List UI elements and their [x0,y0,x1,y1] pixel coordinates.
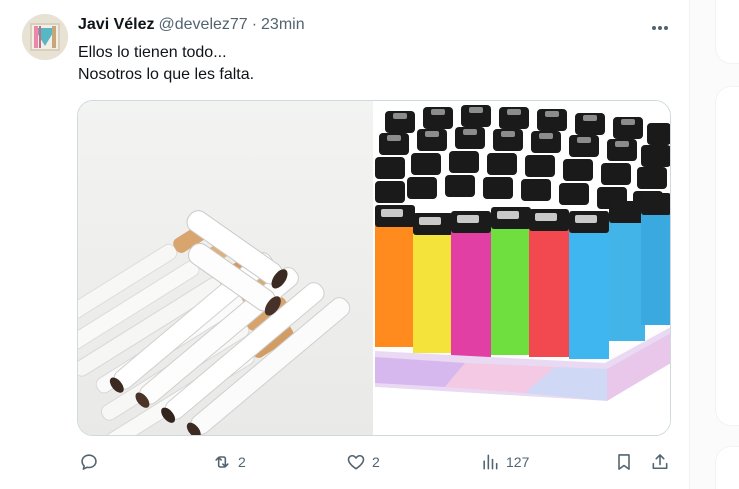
tweet-media-grid [77,100,671,436]
author-handle[interactable]: @develez77 [159,16,248,34]
lighters-image [375,101,670,435]
author-name[interactable]: Javi Vélez [78,16,155,34]
more-icon [652,26,668,30]
tweet-actions-bar: 2 2 127 [0,450,689,474]
reply-button[interactable] [79,450,105,474]
views-count: 127 [506,454,530,470]
reply-icon [81,454,97,470]
bookmark-button[interactable] [614,450,634,474]
tweet-text-line-1: Ellos lo tienen todo... [78,44,227,61]
heart-icon [347,454,365,470]
cigarettes-image [78,101,373,435]
right-sidebar [689,0,739,489]
author-avatar[interactable] [22,14,68,60]
retweet-button[interactable]: 2 [212,450,246,474]
like-button[interactable]: 2 [346,450,380,474]
views-icon [483,454,498,470]
tweet-card[interactable]: Javi Vélez @develez77 · 23min Ellos lo t… [0,0,689,489]
bookmark-icon [618,454,630,470]
tweet-header: Javi Vélez @develez77 · 23min [78,16,305,34]
retweet-count: 2 [238,454,246,470]
share-button[interactable] [650,450,670,474]
header-separator: · [251,16,258,33]
tweet-text: Ellos lo tienen todo... Nosotros lo que … [78,42,254,86]
tweet-text-line-2: Nosotros lo que les falta. [78,66,255,83]
tweet-timestamp[interactable]: 23min [261,16,305,34]
sidebar-card [715,86,739,426]
media-photo-lighters[interactable] [375,101,670,435]
views-button[interactable]: 127 [480,450,529,474]
avatar-image [22,14,68,60]
sidebar-card [715,0,739,64]
share-icon [652,454,668,470]
media-photo-cigarettes[interactable] [78,101,373,435]
sidebar-card [715,446,739,489]
more-options-button[interactable] [647,18,673,38]
like-count: 2 [372,454,380,470]
retweet-icon [215,456,229,468]
